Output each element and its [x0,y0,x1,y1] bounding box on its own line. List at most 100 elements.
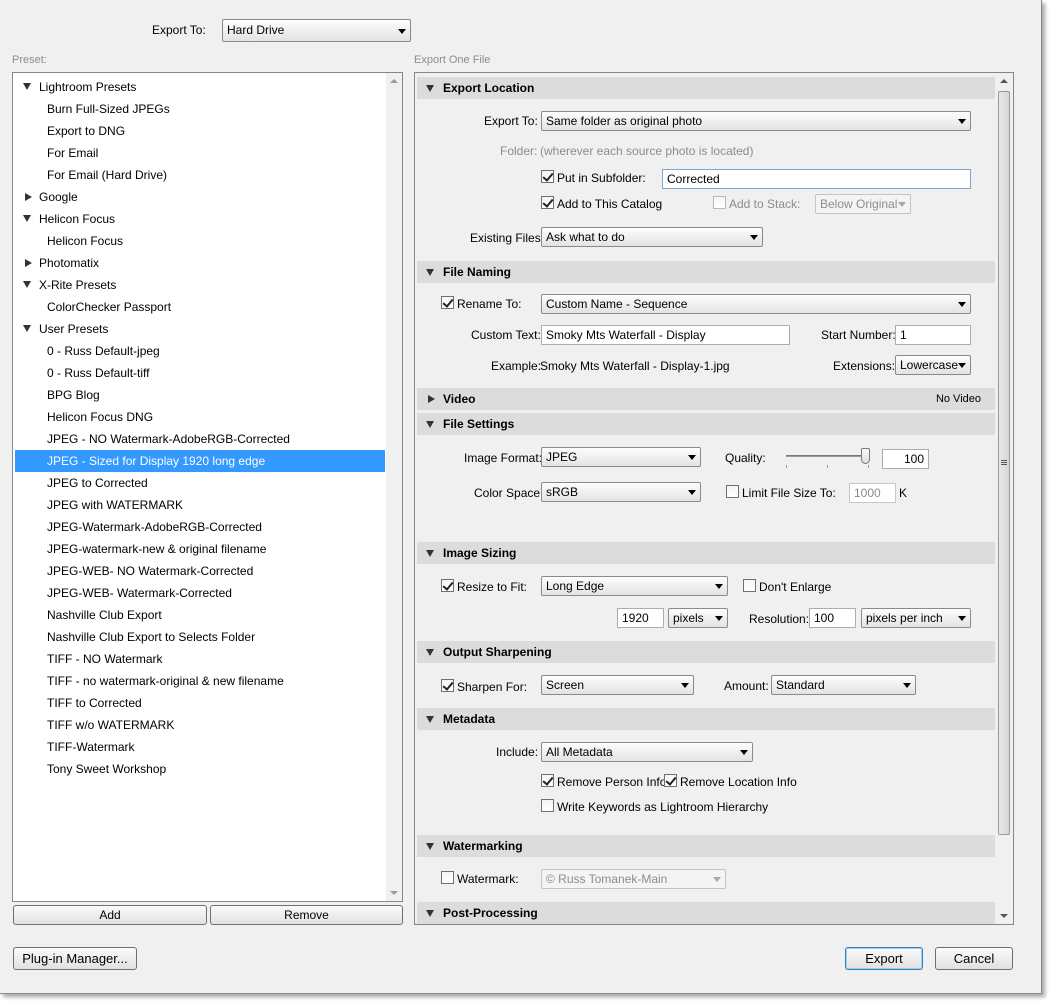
add-to-catalog-checkbox[interactable] [541,196,554,209]
preset-item[interactable]: JPEG-watermark-new & original filename [15,538,385,560]
preset-item[interactable]: BPG Blog [15,384,385,406]
settings-scrollbar[interactable] [995,73,1013,924]
add-preset-button[interactable]: Add [13,905,207,925]
section-export-location[interactable]: Export Location [417,77,995,99]
scroll-up-icon[interactable] [1000,79,1008,83]
write-keywords-checkbox[interactable] [541,799,554,812]
resize-to-fit-checkbox[interactable] [441,579,454,592]
dont-enlarge-checkbox[interactable] [743,579,756,592]
preset-item[interactable]: JPEG - NO Watermark-AdobeRGB-Corrected [15,428,385,450]
subfolder-input[interactable]: Corrected [662,169,971,189]
collapse-triangle-icon[interactable] [23,325,31,332]
preset-item[interactable]: JPEG-WEB- NO Watermark-Corrected [15,560,385,582]
preset-item[interactable]: Export to DNG [15,120,385,142]
preset-item[interactable]: JPEG-WEB- Watermark-Corrected [15,582,385,604]
image-format-select[interactable]: JPEG [541,447,701,467]
remove-preset-button[interactable]: Remove [210,905,403,925]
section-output-sharpening[interactable]: Output Sharpening [417,641,995,663]
quality-slider[interactable] [786,455,870,468]
sharpen-for-checkbox[interactable] [441,679,454,692]
stack-position-select[interactable]: Below Original [815,194,911,214]
collapse-triangle-icon[interactable] [426,843,434,850]
preset-item[interactable]: JPEG - Sized for Display 1920 long edge [15,450,385,472]
resolution-input[interactable]: 100 [809,608,856,628]
scroll-up-icon[interactable] [390,79,398,83]
collapse-triangle-icon[interactable] [426,269,434,276]
location-export-to-select[interactable]: Same folder as original photo [541,111,971,131]
section-file-settings[interactable]: File Settings [417,413,995,435]
section-file-naming[interactable]: File Naming [417,261,995,283]
preset-item[interactable]: TIFF - NO Watermark [15,648,385,670]
collapse-triangle-icon[interactable] [23,215,31,222]
sharpen-for-select[interactable]: Screen [541,675,694,695]
export-to-select[interactable]: Hard Drive [222,19,411,42]
collapse-triangle-icon[interactable] [23,281,31,288]
preset-folder[interactable]: Google [15,186,385,208]
preset-item[interactable]: JPEG with WATERMARK [15,494,385,516]
export-button[interactable]: Export [845,947,923,970]
size-value-input[interactable]: 1920 [617,608,664,628]
preset-folder[interactable]: X-Rite Presets [15,274,385,296]
scroll-down-icon[interactable] [390,891,398,895]
scroll-thumb[interactable] [998,91,1010,835]
quality-slider-thumb[interactable] [861,448,870,464]
section-image-sizing[interactable]: Image Sizing [417,542,995,564]
collapse-triangle-icon[interactable] [426,649,434,656]
collapse-triangle-icon[interactable] [426,550,434,557]
limit-file-size-input[interactable]: 1000 [849,483,896,503]
include-select[interactable]: All Metadata [541,742,753,762]
custom-text-input[interactable]: Smoky Mts Waterfall - Display [541,325,790,345]
existing-files-select[interactable]: Ask what to do [541,227,763,247]
preset-item[interactable]: Helicon Focus [15,230,385,252]
expand-triangle-icon[interactable] [25,259,32,267]
preset-item[interactable]: Helicon Focus DNG [15,406,385,428]
preset-item[interactable]: For Email (Hard Drive) [15,164,385,186]
rename-to-select[interactable]: Custom Name - Sequence [541,294,971,314]
preset-folder[interactable]: Lightroom Presets [15,76,385,98]
preset-item[interactable]: TIFF to Corrected [15,692,385,714]
limit-file-size-checkbox[interactable] [726,485,739,498]
preset-item[interactable]: JPEG-Watermark-AdobeRGB-Corrected [15,516,385,538]
preset-item[interactable]: TIFF - no watermark-original & new filen… [15,670,385,692]
preset-item[interactable]: JPEG to Corrected [15,472,385,494]
preset-item[interactable]: TIFF w/o WATERMARK [15,714,385,736]
scroll-down-icon[interactable] [1000,914,1008,918]
color-space-select[interactable]: sRGB [541,482,701,502]
preset-folder[interactable]: Helicon Focus [15,208,385,230]
remove-person-info-checkbox[interactable] [541,774,554,787]
section-watermarking[interactable]: Watermarking [417,835,995,857]
collapse-triangle-icon[interactable] [426,910,434,917]
plugin-manager-button[interactable]: Plug-in Manager... [13,947,137,970]
add-to-stack-checkbox[interactable] [713,196,726,209]
section-video[interactable]: Video No Video [417,388,995,410]
collapse-triangle-icon[interactable] [426,85,434,92]
section-post-processing[interactable]: Post-Processing [417,902,995,924]
preset-folder[interactable]: Photomatix [15,252,385,274]
watermark-select[interactable]: © Russ Tomanek-Main [541,869,726,889]
resolution-unit-select[interactable]: pixels per inch [861,608,971,628]
start-number-input[interactable]: 1 [895,325,971,345]
cancel-button[interactable]: Cancel [935,947,1013,970]
collapse-triangle-icon[interactable] [23,83,31,90]
remove-location-info-checkbox[interactable] [664,774,677,787]
watermark-checkbox[interactable] [441,871,454,884]
preset-item[interactable]: Nashville Club Export to Selects Folder [15,626,385,648]
preset-item[interactable]: Burn Full-Sized JPEGs [15,98,385,120]
expand-triangle-icon[interactable] [25,193,32,201]
rename-to-checkbox[interactable] [441,296,454,309]
put-in-subfolder-checkbox[interactable] [541,170,554,183]
preset-item[interactable]: ColorChecker Passport [15,296,385,318]
collapse-triangle-icon[interactable] [426,421,434,428]
preset-item[interactable]: 0 - Russ Default-tiff [15,362,385,384]
preset-item[interactable]: For Email [15,142,385,164]
resize-to-fit-select[interactable]: Long Edge [541,576,728,596]
preset-item[interactable]: Nashville Club Export [15,604,385,626]
collapse-triangle-icon[interactable] [426,716,434,723]
expand-triangle-icon[interactable] [428,395,435,403]
size-unit-select[interactable]: pixels [668,608,728,628]
preset-item[interactable]: 0 - Russ Default-jpeg [15,340,385,362]
preset-folder[interactable]: User Presets [15,318,385,340]
preset-item[interactable]: TIFF-Watermark [15,736,385,758]
preset-scrollbar[interactable] [386,73,402,901]
section-metadata[interactable]: Metadata [417,708,995,730]
